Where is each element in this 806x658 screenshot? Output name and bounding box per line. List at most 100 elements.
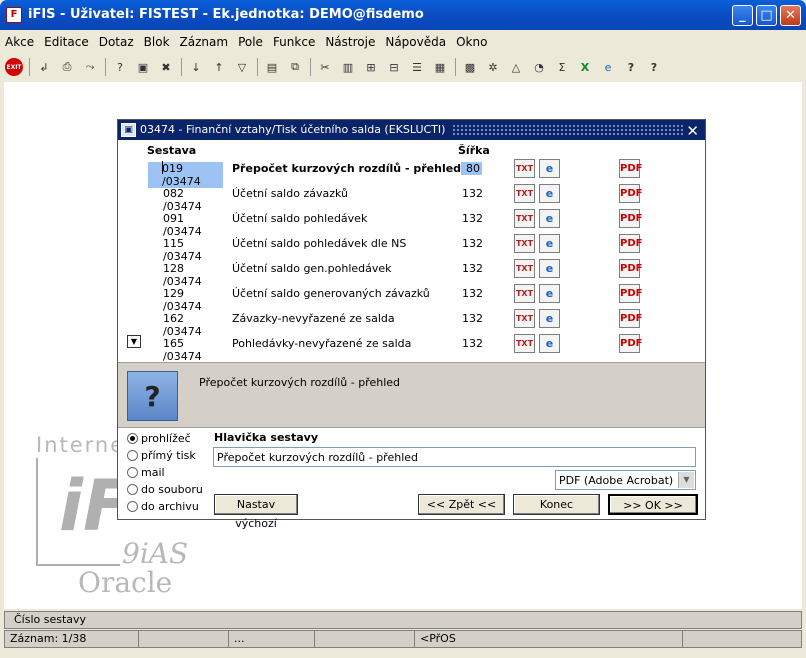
- settings-icon[interactable]: ▩: [460, 57, 480, 77]
- report-width[interactable]: 132: [462, 287, 483, 300]
- report-row[interactable]: 082 /03474 Účetní saldo závazků 132 TXT …: [118, 181, 705, 213]
- browser-export-icon[interactable]: e: [539, 209, 560, 228]
- sum-icon[interactable]: ◔: [529, 57, 549, 77]
- report-row[interactable]: 129 /03474 Účetní saldo generovaných záv…: [118, 281, 705, 313]
- menu-blok[interactable]: Blok: [143, 35, 171, 49]
- txt-export-icon[interactable]: TXT: [514, 309, 535, 328]
- report-name[interactable]: Účetní saldo závazků: [232, 187, 452, 200]
- pdf-export-icon[interactable]: PDF: [619, 159, 642, 178]
- clear-icon[interactable]: ⤳: [80, 57, 100, 77]
- print-preview-icon[interactable]: ▤: [262, 57, 282, 77]
- menu-pole[interactable]: Pole: [237, 35, 264, 49]
- insert-record-icon[interactable]: ⊞: [361, 57, 381, 77]
- globe-icon[interactable]: X: [575, 57, 595, 77]
- ok-button[interactable]: >> OK >>: [608, 494, 698, 515]
- pdf-export-icon[interactable]: PDF: [619, 259, 642, 278]
- report-name[interactable]: Účetní saldo pohledávek dle NS: [232, 237, 452, 250]
- app-icon[interactable]: F: [6, 7, 22, 23]
- report-row[interactable]: 115 /03474 Účetní saldo pohledávek dle N…: [118, 231, 705, 263]
- radio-output-archive[interactable]: do archivu: [127, 500, 199, 513]
- menu-editace[interactable]: Editace: [43, 35, 90, 49]
- menu-akce[interactable]: Akce: [4, 35, 35, 49]
- close-button[interactable]: ✕: [780, 5, 801, 26]
- delete-record-icon[interactable]: ⊟: [384, 57, 404, 77]
- menu-zaznam[interactable]: Záznam: [179, 35, 230, 49]
- print-icon[interactable]: ⎙: [57, 57, 77, 77]
- txt-export-icon[interactable]: TXT: [514, 184, 535, 203]
- question-icon[interactable]: ?: [644, 57, 664, 77]
- exit-button[interactable]: EXIT: [4, 57, 24, 77]
- enter-query-icon[interactable]: ?: [110, 57, 130, 77]
- sort-asc-icon[interactable]: ↓: [186, 57, 206, 77]
- excel-icon[interactable]: Σ: [552, 57, 572, 77]
- txt-export-icon[interactable]: TXT: [514, 159, 535, 178]
- radio-output-file[interactable]: do souboru: [127, 483, 203, 496]
- radio-output-viewer[interactable]: prohlížeč: [127, 432, 191, 445]
- report-width[interactable]: 132: [462, 187, 483, 200]
- back-button[interactable]: << Zpět <<: [418, 494, 505, 515]
- report-row[interactable]: 019 /03474 Přepočet kurzových rozdílů - …: [118, 156, 705, 188]
- report-code[interactable]: 165 /03474: [163, 337, 223, 363]
- paste-icon[interactable]: ▥: [338, 57, 358, 77]
- execute-query-icon[interactable]: ▣: [133, 57, 153, 77]
- list-icon[interactable]: ☰: [407, 57, 427, 77]
- maximize-button[interactable]: □: [756, 5, 777, 26]
- report-width[interactable]: 132: [462, 312, 483, 325]
- radio-button[interactable]: [127, 433, 138, 444]
- pdf-export-icon[interactable]: PDF: [619, 184, 642, 203]
- dialog-titlebar[interactable]: ▣ 03474 - Finanční vztahy/Tisk účetního …: [118, 120, 705, 140]
- browser-export-icon[interactable]: e: [539, 334, 560, 353]
- menu-dotaz[interactable]: Dotaz: [98, 35, 135, 49]
- end-button[interactable]: Konec: [513, 494, 600, 515]
- report-name[interactable]: Přepočet kurzových rozdílů - přehled: [232, 162, 461, 175]
- pdf-export-icon[interactable]: PDF: [619, 234, 642, 253]
- report-name[interactable]: Závazky-nevyřazené ze salda: [232, 312, 452, 325]
- save-icon[interactable]: ↲: [34, 57, 54, 77]
- sort-desc-icon[interactable]: ↑: [209, 57, 229, 77]
- report-row[interactable]: 165 /03474 Pohledávky-nevyřazené ze sald…: [118, 331, 705, 363]
- set-defaults-button[interactable]: Nastav výchozí: [214, 494, 298, 530]
- report-width[interactable]: 132: [462, 212, 483, 225]
- chevron-down-icon[interactable]: ▼: [678, 472, 694, 488]
- browser-export-icon[interactable]: e: [539, 159, 560, 178]
- radio-button[interactable]: [127, 450, 138, 461]
- report-row[interactable]: 162 /03474 Závazky-nevyřazené ze salda 1…: [118, 306, 705, 338]
- txt-export-icon[interactable]: TXT: [514, 209, 535, 228]
- pdf-export-icon[interactable]: PDF: [619, 309, 642, 328]
- pdf-export-icon[interactable]: PDF: [619, 209, 642, 228]
- pdf-export-icon[interactable]: PDF: [619, 284, 642, 303]
- context-help-icon[interactable]: ?: [621, 57, 641, 77]
- report-width[interactable]: 132: [462, 262, 483, 275]
- report-name[interactable]: Účetní saldo gen.pohledávek: [232, 262, 452, 275]
- txt-export-icon[interactable]: TXT: [514, 234, 535, 253]
- browser-export-icon[interactable]: e: [539, 284, 560, 303]
- browser-export-icon[interactable]: e: [539, 309, 560, 328]
- browser-export-icon[interactable]: e: [539, 259, 560, 278]
- chart-icon[interactable]: ✲: [483, 57, 503, 77]
- report-width[interactable]: 80: [461, 162, 482, 175]
- filter-icon[interactable]: ▽: [232, 57, 252, 77]
- copy-icon[interactable]: ⧉: [285, 57, 305, 77]
- pdf-export-icon[interactable]: PDF: [619, 334, 642, 353]
- clock-icon[interactable]: △: [506, 57, 526, 77]
- txt-export-icon[interactable]: TXT: [514, 259, 535, 278]
- window-titlebar[interactable]: F iFIS - Uživatel: FISTEST - Ek.jednotka…: [0, 0, 806, 30]
- menu-napoveda[interactable]: Nápověda: [384, 35, 447, 49]
- txt-export-icon[interactable]: TXT: [514, 284, 535, 303]
- menu-nastroje[interactable]: Nástroje: [324, 35, 376, 49]
- browser-export-icon[interactable]: e: [539, 184, 560, 203]
- menu-okno[interactable]: Okno: [455, 35, 488, 49]
- menu-funkce[interactable]: Funkce: [272, 35, 316, 49]
- radio-output-direct-print[interactable]: přímý tisk: [127, 449, 196, 462]
- cut-icon[interactable]: ✂: [315, 57, 335, 77]
- minimize-button[interactable]: _: [732, 5, 753, 26]
- report-name[interactable]: Účetní saldo generovaných závazků: [232, 287, 452, 300]
- report-header-input[interactable]: Přepočet kurzových rozdílů - přehled: [213, 447, 696, 467]
- cancel-query-icon[interactable]: ✖: [156, 57, 176, 77]
- calculator-icon[interactable]: ▦: [430, 57, 450, 77]
- report-row[interactable]: 091 /03474 Účetní saldo pohledávek 132 T…: [118, 206, 705, 238]
- radio-output-mail[interactable]: mail: [127, 466, 165, 479]
- radio-button[interactable]: [127, 467, 138, 478]
- report-width[interactable]: 132: [462, 237, 483, 250]
- help-icon[interactable]: e: [598, 57, 618, 77]
